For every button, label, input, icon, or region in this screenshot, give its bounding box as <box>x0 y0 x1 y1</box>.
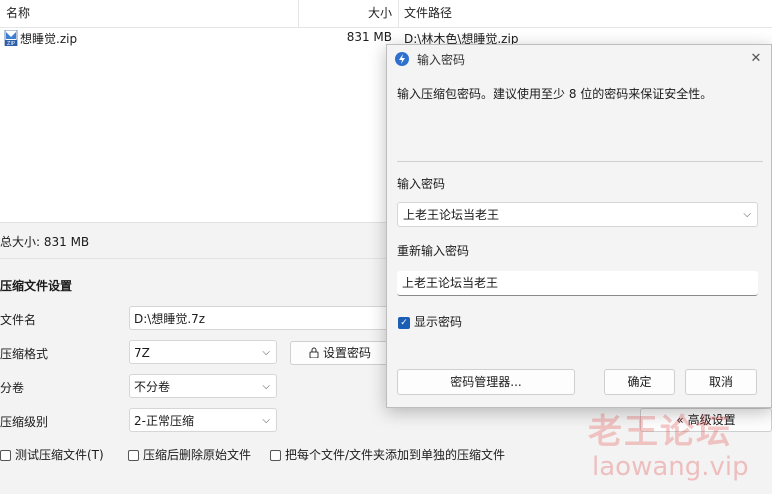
chevron-down-icon: ⌵ <box>262 381 270 392</box>
file-name: 想睡觉.zip <box>20 32 78 46</box>
volume-select[interactable]: 不分卷 ⌵ <box>129 374 277 398</box>
svg-text:ZIP: ZIP <box>7 41 15 46</box>
volume-value: 不分卷 <box>134 380 171 394</box>
column-header-path[interactable]: 文件路径 <box>404 0 764 28</box>
separate-archives-checkbox[interactable]: 把每个文件/文件夹添加到单独的压缩文件 <box>270 446 505 463</box>
app-logo-icon <box>395 52 409 66</box>
reenter-password-input[interactable]: 上老王论坛当老王 <box>397 271 758 296</box>
close-icon[interactable]: ✕ <box>747 50 765 68</box>
password-manager-button[interactable]: 密码管理器... <box>397 369 575 395</box>
check-icon[interactable]: ✓ <box>398 316 410 329</box>
password-value: 上老王论坛当老王 <box>403 208 500 222</box>
show-password-checkbox[interactable]: ✓ 显示密码 <box>398 313 462 330</box>
lock-icon <box>309 343 319 365</box>
checkbox[interactable] <box>0 450 11 461</box>
ok-button[interactable]: 确定 <box>604 369 675 395</box>
file-size: 831 MB <box>346 30 392 44</box>
chevron-down-icon: ⌵ <box>262 415 270 426</box>
divider <box>397 161 763 162</box>
chevron-down-icon[interactable]: ⌵ <box>743 203 751 227</box>
checkbox[interactable] <box>128 450 139 461</box>
password-label: 输入密码 <box>397 177 446 191</box>
password-dialog: 输入密码 ✕ 输入压缩包密码。建议使用至少 8 位的密码来保证安全性。 输入密码… <box>386 44 772 408</box>
dialog-description: 输入压缩包密码。建议使用至少 8 位的密码来保证安全性。 <box>397 87 713 101</box>
filename-input[interactable]: D:\想睡觉.7z <box>129 306 389 330</box>
column-header-size[interactable]: 大小 <box>300 0 392 28</box>
section-title: 压缩文件设置 <box>0 279 73 293</box>
column-separator <box>298 0 299 27</box>
checkbox[interactable] <box>270 450 281 461</box>
column-separator <box>398 0 399 27</box>
show-password-label: 显示密码 <box>414 315 463 329</box>
format-value: 7Z <box>134 346 150 360</box>
chevron-down-icon: ⌵ <box>262 347 270 358</box>
level-select[interactable]: 2-正常压缩 ⌵ <box>129 408 277 432</box>
test-archive-checkbox[interactable]: 测试压缩文件(T) <box>0 446 104 463</box>
separate-archives-label: 把每个文件/文件夹添加到单独的压缩文件 <box>285 448 506 462</box>
set-password-label: 设置密码 <box>322 346 371 360</box>
filename-label: 文件名 <box>0 313 37 327</box>
cancel-button[interactable]: 取消 <box>685 369 757 395</box>
zip-icon: ZIP <box>4 29 18 47</box>
reenter-label: 重新输入密码 <box>397 244 470 258</box>
delete-after-checkbox[interactable]: 压缩后删除原始文件 <box>128 446 251 463</box>
watermark-text: 老王论坛 <box>588 412 732 452</box>
watermark-url: laowang.vip <box>592 452 749 482</box>
dialog-titlebar[interactable]: 输入密码 ✕ <box>387 45 771 73</box>
column-header-name[interactable]: 名称 <box>6 0 296 28</box>
set-password-button[interactable]: 设置密码 <box>290 341 390 365</box>
test-archive-label: 测试压缩文件(T) <box>15 448 104 462</box>
format-label: 压缩格式 <box>0 347 49 361</box>
format-select[interactable]: 7Z ⌵ <box>129 340 277 364</box>
password-input[interactable]: 上老王论坛当老王 ⌵ <box>397 202 758 227</box>
level-value: 2-正常压缩 <box>134 414 194 428</box>
level-label: 压缩级别 <box>0 415 49 429</box>
dialog-title: 输入密码 <box>417 53 466 67</box>
delete-after-label: 压缩后删除原始文件 <box>143 448 252 462</box>
total-size: 总大小: 831 MB <box>0 235 90 249</box>
volume-label: 分卷 <box>0 381 25 395</box>
